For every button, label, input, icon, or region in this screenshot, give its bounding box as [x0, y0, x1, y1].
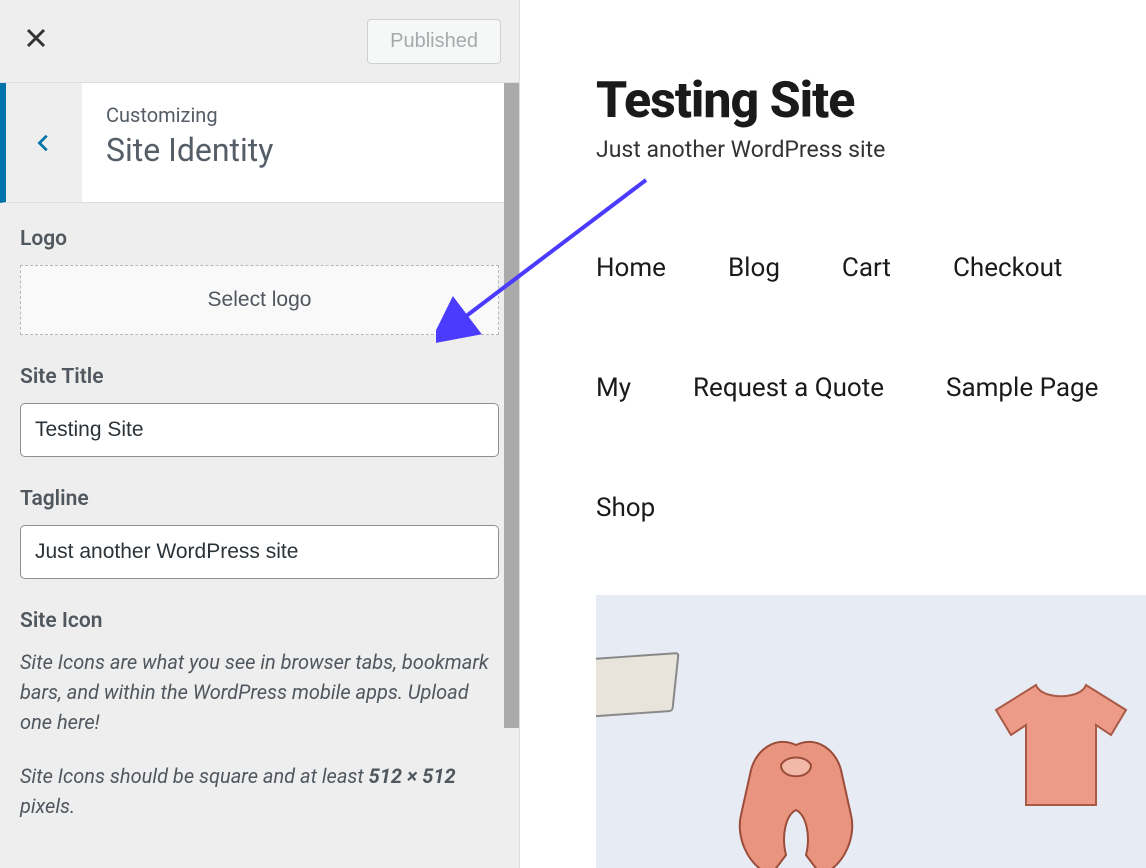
nav-item-myaccount[interactable]: My — [596, 373, 631, 403]
tagline-input[interactable] — [20, 525, 499, 579]
site-icon-label: Site Icon — [20, 609, 499, 633]
site-icon-desc-2b: 512 × 512 — [369, 764, 456, 788]
back-button[interactable] — [6, 83, 82, 202]
close-icon[interactable] — [24, 26, 48, 57]
nav-item-home[interactable]: Home — [596, 253, 666, 283]
section-titles: Customizing Site Identity — [82, 83, 519, 202]
site-title[interactable]: Testing Site — [596, 72, 1146, 130]
site-nav: Home Blog Cart Checkout My Request a Quo… — [520, 163, 1146, 523]
site-tagline: Just another WordPress site — [596, 136, 1146, 163]
sketch-tshirt — [986, 675, 1136, 815]
section-header: Customizing Site Identity — [0, 83, 519, 203]
section-breadcrumb: Customizing — [106, 103, 495, 127]
nav-item-checkout[interactable]: Checkout — [953, 253, 1062, 283]
site-title-input[interactable] — [20, 403, 499, 457]
site-icon-desc-2: Site Icons should be square and at least… — [20, 761, 499, 821]
nav-item-cart[interactable]: Cart — [842, 253, 891, 283]
customizer-topbar: Published — [0, 0, 519, 83]
section-title: Site Identity — [106, 131, 495, 169]
scrollbar-thumb[interactable] — [504, 83, 519, 728]
nav-item-shop[interactable]: Shop — [596, 493, 655, 523]
panel-body: Logo Select logo Site Title Tagline Site… — [0, 203, 519, 845]
nav-item-request-quote[interactable]: Request a Quote — [693, 373, 884, 403]
customizer-panel: Published Customizing Site Identity Logo… — [0, 0, 520, 868]
publish-button[interactable]: Published — [367, 19, 501, 64]
nav-item-sample-page[interactable]: Sample Page — [946, 373, 1098, 403]
site-header: Testing Site Just another WordPress site — [520, 0, 1146, 163]
hero-banner: We — [596, 595, 1146, 868]
sketch-folded-cloth — [596, 652, 680, 718]
nav-item-blog[interactable]: Blog — [728, 253, 780, 283]
site-icon-desc-2a: Site Icons should be square and at least — [20, 764, 369, 788]
site-icon-desc-2c: pixels. — [20, 794, 75, 818]
sketch-hoodie — [726, 735, 866, 868]
chevron-left-icon — [33, 132, 55, 154]
select-logo-button[interactable]: Select logo — [20, 265, 499, 335]
site-preview: Testing Site Just another WordPress site… — [520, 0, 1146, 868]
site-icon-desc-1: Site Icons are what you see in browser t… — [20, 647, 499, 737]
site-title-label: Site Title — [20, 365, 499, 389]
tagline-label: Tagline — [20, 487, 499, 511]
logo-label: Logo — [20, 227, 499, 251]
